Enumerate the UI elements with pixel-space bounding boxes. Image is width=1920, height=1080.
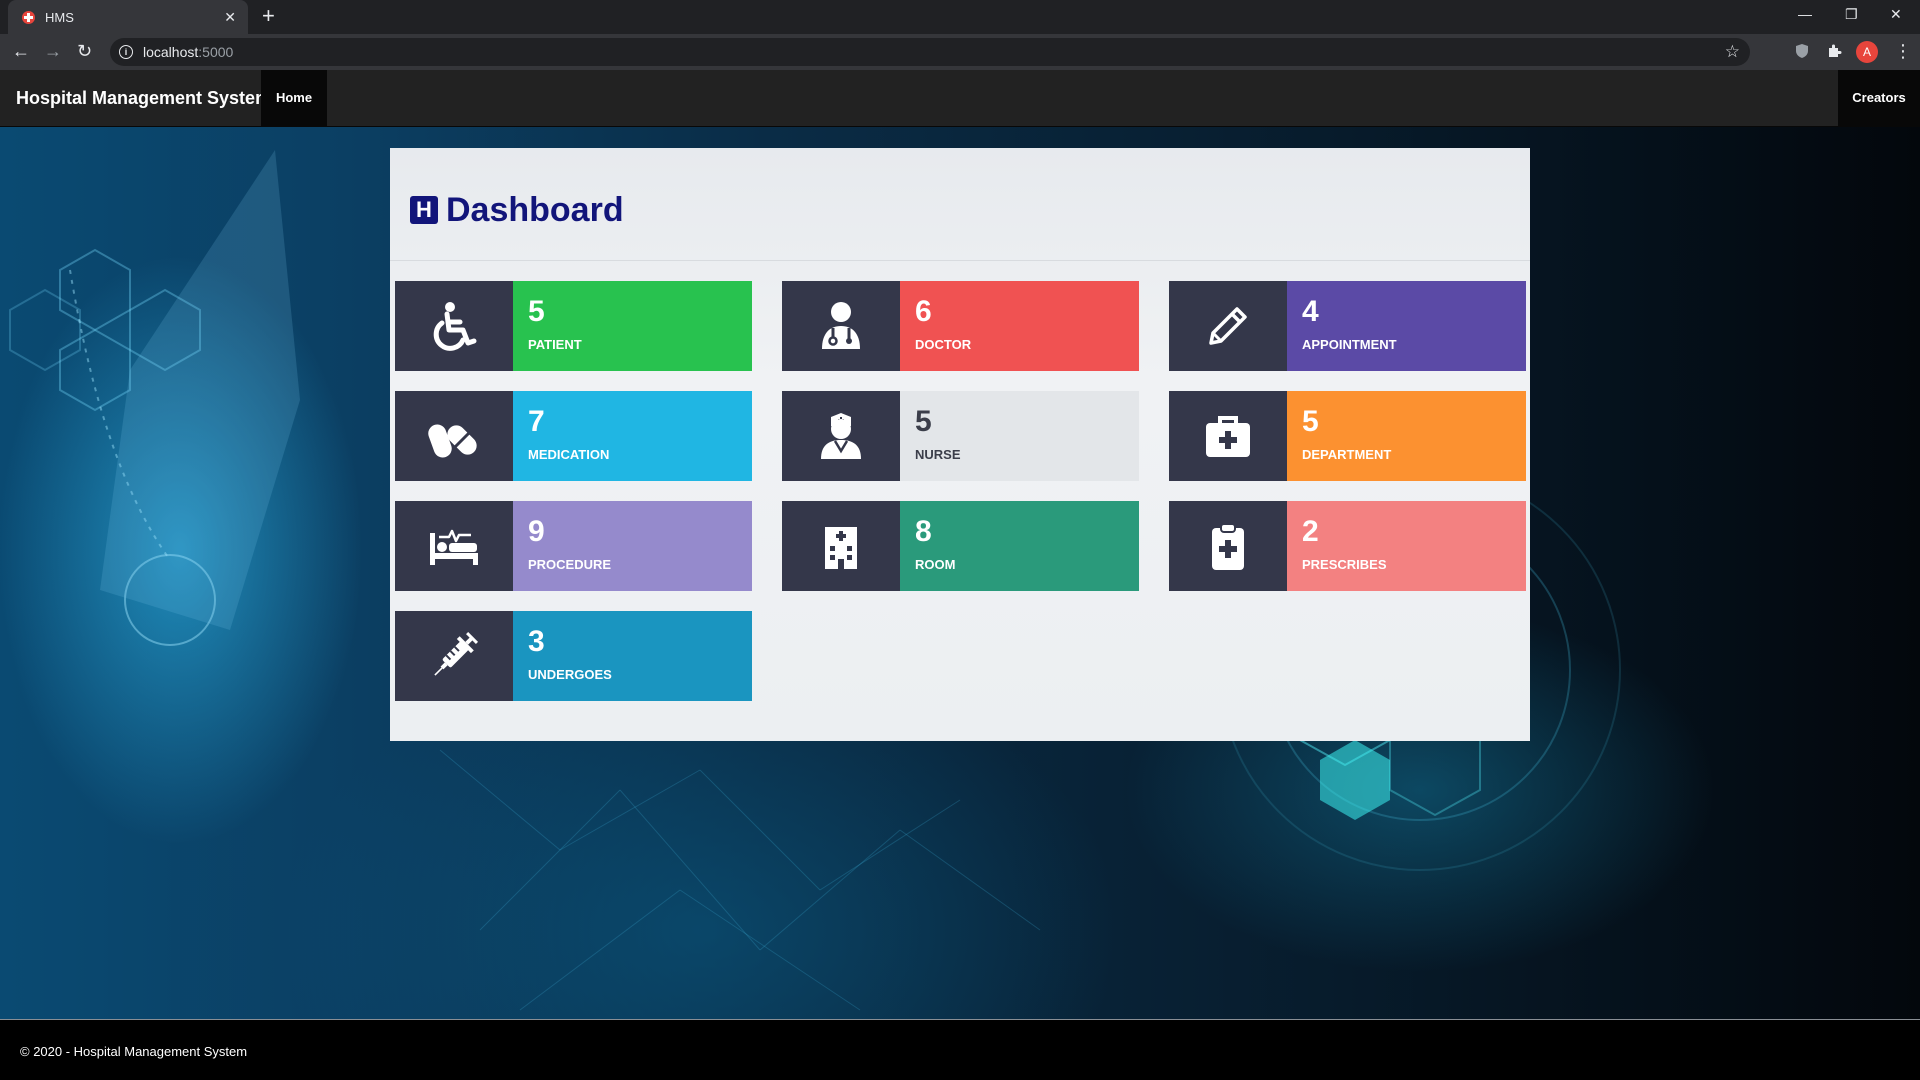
card-doctor-body: 6 DOCTOR: [900, 281, 1139, 371]
card-count: 3: [528, 625, 545, 658]
card-count: 9: [528, 515, 545, 548]
card-label: PRESCRIBES: [1302, 557, 1387, 572]
card-department[interactable]: 5 DEPARTMENT: [1169, 391, 1526, 481]
card-medication[interactable]: 7 MEDICATION: [395, 391, 752, 481]
card-prescribes-body: 2 PRESCRIBES: [1287, 501, 1526, 591]
card-undergoes-body: 3 UNDERGOES: [513, 611, 752, 701]
card-undergoes[interactable]: 3 UNDERGOES: [395, 611, 752, 701]
card-nurse-body: 5 NURSE: [900, 391, 1139, 481]
procedure-bed-icon: [430, 529, 478, 565]
medkit-icon: [1206, 416, 1250, 457]
card-count: 4: [1302, 295, 1319, 328]
url-host: localhost: [143, 44, 199, 60]
page: Hospital Management System Home Creators…: [0, 70, 1920, 1080]
url-port: :5000: [198, 44, 234, 60]
card-room[interactable]: 8 ROOM: [782, 501, 1139, 591]
card-appointment-body: 4 APPOINTMENT: [1287, 281, 1526, 371]
browser-tabbar: HMS ✕ + — ❐ ✕: [0, 0, 1920, 34]
top-navbar: Hospital Management System Home Creators: [0, 70, 1920, 127]
card-label: APPOINTMENT: [1302, 337, 1397, 352]
shield-extension-icon[interactable]: [1794, 43, 1810, 59]
nav-creators-link[interactable]: Creators: [1838, 70, 1920, 126]
card-count: 5: [1302, 405, 1319, 438]
back-icon[interactable]: ←: [12, 41, 30, 61]
profile-avatar[interactable]: A: [1856, 41, 1878, 63]
navbar-brand[interactable]: Hospital Management System: [16, 70, 271, 126]
wheelchair-icon: [433, 302, 477, 351]
footer: © 2020 - Hospital Management System: [0, 1019, 1920, 1080]
puzzle-extension-icon[interactable]: [1826, 43, 1842, 59]
card-count: 5: [915, 405, 932, 438]
card-medication-body: 7 MEDICATION: [513, 391, 752, 481]
syringe-icon: [434, 631, 479, 676]
address-bar[interactable]: i localhost:5000 ☆: [110, 38, 1750, 66]
restore-icon[interactable]: ❐: [1845, 6, 1858, 23]
card-label: MEDICATION: [528, 447, 610, 462]
bookmark-star-icon[interactable]: ☆: [1725, 42, 1740, 62]
minimize-icon[interactable]: —: [1798, 6, 1812, 22]
card-label: PROCEDURE: [528, 557, 612, 572]
clipboard-medical-icon: [1212, 523, 1244, 570]
info-icon[interactable]: i: [119, 45, 133, 59]
tab-title: HMS: [45, 9, 74, 25]
close-window-icon[interactable]: ✕: [1890, 6, 1902, 23]
browser-toolbar: ← → ↻ i localhost:5000 ☆ A ⋮: [0, 34, 1920, 70]
card-room-body: 8 ROOM: [900, 501, 1139, 591]
card-label: ROOM: [915, 557, 956, 572]
page-title: Dashboard: [446, 191, 624, 229]
hospital-favicon-icon: [22, 10, 35, 24]
card-label: DEPARTMENT: [1302, 447, 1392, 462]
card-nurse[interactable]: 5 NURSE: [782, 391, 1139, 481]
dashboard-panel: H Dashboard 5 PATIENT 6 DOCTOR 4 APPOINT…: [390, 148, 1530, 741]
card-prescribes[interactable]: 2 PRESCRIBES: [1169, 501, 1526, 591]
card-patient-body: 5 PATIENT: [513, 281, 752, 371]
tab-close-icon[interactable]: ✕: [224, 9, 236, 26]
forward-icon[interactable]: →: [44, 41, 62, 61]
card-count: 5: [528, 295, 545, 328]
pencil-icon: [1209, 307, 1247, 345]
reload-icon[interactable]: ↻: [77, 41, 92, 61]
new-tab-icon[interactable]: +: [262, 5, 275, 27]
footer-copyright: © 2020 - Hospital Management System: [20, 1044, 248, 1059]
card-patient[interactable]: 5 PATIENT: [395, 281, 752, 371]
card-label: NURSE: [915, 447, 961, 462]
card-label: PATIENT: [528, 337, 582, 352]
card-procedure-body: 9 PROCEDURE: [513, 501, 752, 591]
browser-tab[interactable]: HMS ✕: [8, 0, 248, 34]
nav-home-link[interactable]: Home: [261, 70, 327, 126]
card-department-body: 5 DEPARTMENT: [1287, 391, 1526, 481]
card-doctor[interactable]: 6 DOCTOR: [782, 281, 1139, 371]
hospital-logo-icon: H: [410, 196, 438, 224]
card-label: DOCTOR: [915, 337, 972, 352]
pills-icon: [428, 424, 477, 458]
card-procedure[interactable]: 9 PROCEDURE: [395, 501, 752, 591]
nurse-icon: [821, 413, 861, 459]
hospital-building-icon: [825, 527, 857, 569]
card-count: 2: [1302, 515, 1319, 548]
card-appointment[interactable]: 4 APPOINTMENT: [1169, 281, 1526, 371]
card-count: 8: [915, 515, 932, 548]
card-count: 7: [528, 405, 545, 438]
dashboard-header: H Dashboard: [390, 148, 1530, 261]
card-count: 6: [915, 295, 932, 328]
card-label: UNDERGOES: [528, 667, 612, 682]
doctor-icon: [822, 302, 860, 349]
browser-menu-icon[interactable]: ⋮: [1894, 41, 1912, 62]
